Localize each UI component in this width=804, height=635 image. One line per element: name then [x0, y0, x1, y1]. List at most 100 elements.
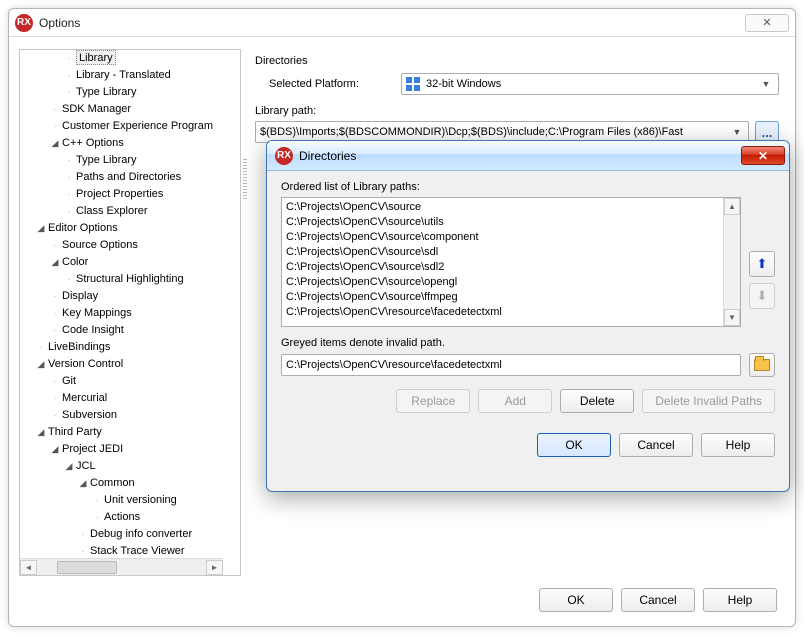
- scroll-down-button[interactable]: ▼: [724, 309, 740, 326]
- tree-item[interactable]: ◢Color: [20, 254, 240, 271]
- browse-folder-button[interactable]: [749, 353, 775, 377]
- tree-item[interactable]: ·LiveBindings: [20, 339, 240, 356]
- options-tree[interactable]: ·Library·Library - Translated·Type Libra…: [19, 49, 241, 576]
- scroll-thumb[interactable]: [57, 561, 117, 574]
- cancel-button[interactable]: Cancel: [621, 588, 695, 612]
- tree-leaf-icon: ·: [50, 390, 60, 407]
- close-button[interactable]: ✕: [745, 14, 789, 32]
- tree-leaf-icon: ·: [64, 271, 74, 288]
- dialog-help-button[interactable]: Help: [701, 433, 775, 457]
- tree-leaf-icon: ·: [50, 237, 60, 254]
- tree-item[interactable]: ·Git: [20, 373, 240, 390]
- splitter[interactable]: [241, 49, 249, 576]
- tree-item[interactable]: ·Type Library: [20, 152, 240, 169]
- scroll-right-button[interactable]: ►: [206, 560, 223, 575]
- tree-item-label: Library - Translated: [76, 69, 171, 81]
- tree-item[interactable]: ·Debug info converter: [20, 526, 240, 543]
- dialog-ok-button[interactable]: OK: [537, 433, 611, 457]
- tree-item[interactable]: ·Key Mappings: [20, 305, 240, 322]
- add-button[interactable]: Add: [478, 389, 552, 413]
- list-item[interactable]: C:\Projects\OpenCV\resource\facedetectxm…: [286, 305, 719, 320]
- tree-item-label: Version Control: [48, 358, 123, 370]
- tree-collapse-icon: ◢: [50, 441, 60, 458]
- dialog-titlebar[interactable]: RX Directories ✕: [267, 141, 789, 171]
- tree-item[interactable]: ·Project Properties: [20, 186, 240, 203]
- tree-item[interactable]: ·Code Insight: [20, 322, 240, 339]
- list-item[interactable]: C:\Projects\OpenCV\source\ffmpeg: [286, 290, 719, 305]
- tree-item[interactable]: ·Display: [20, 288, 240, 305]
- tree-leaf-icon: ·: [50, 101, 60, 118]
- tree-item[interactable]: ·Library - Translated: [20, 67, 240, 84]
- tree-item-label: Paths and Directories: [76, 171, 181, 183]
- list-item[interactable]: C:\Projects\OpenCV\source: [286, 200, 719, 215]
- tree-collapse-icon: ◢: [50, 254, 60, 271]
- tree-leaf-icon: ·: [50, 322, 60, 339]
- list-item[interactable]: C:\Projects\OpenCV\source\sdl2: [286, 260, 719, 275]
- delete-invalid-paths-button[interactable]: Delete Invalid Paths: [642, 389, 775, 413]
- scroll-left-button[interactable]: ◄: [20, 560, 37, 575]
- tree-item[interactable]: ·Subversion: [20, 407, 240, 424]
- tree-item-label: Common: [90, 477, 135, 489]
- replace-button[interactable]: Replace: [396, 389, 470, 413]
- list-item[interactable]: C:\Projects\OpenCV\source\sdl: [286, 245, 719, 260]
- tree-item[interactable]: ◢Editor Options: [20, 220, 240, 237]
- dialog-cancel-button[interactable]: Cancel: [619, 433, 693, 457]
- dialog-title: Directories: [299, 149, 356, 163]
- tree-item-label: Stack Trace Viewer: [90, 545, 185, 557]
- tree-item[interactable]: ·Library: [20, 50, 240, 67]
- tree-leaf-icon: ·: [64, 186, 74, 203]
- tree-item-label: Structural Highlighting: [76, 273, 184, 285]
- app-icon: RX: [275, 147, 293, 165]
- move-down-button[interactable]: ⬇: [749, 283, 775, 309]
- tree-item-label: Subversion: [62, 409, 117, 421]
- paths-listbox[interactable]: C:\Projects\OpenCV\sourceC:\Projects\Ope…: [281, 197, 741, 327]
- tree-item-label: Debug info converter: [90, 528, 192, 540]
- tree-item[interactable]: ·Stack Trace Viewer: [20, 543, 240, 558]
- platform-select[interactable]: 32-bit Windows ▼: [401, 73, 779, 95]
- tree-item[interactable]: ·Structural Highlighting: [20, 271, 240, 288]
- move-up-button[interactable]: ⬆: [749, 251, 775, 277]
- tree-item-label: Editor Options: [48, 222, 118, 234]
- tree-leaf-icon: ·: [50, 118, 60, 135]
- tree-item[interactable]: ·Actions: [20, 509, 240, 526]
- tree-item[interactable]: ·Customer Experience Program: [20, 118, 240, 135]
- tree-item[interactable]: ◢Project JEDI: [20, 441, 240, 458]
- main-button-bar: OK Cancel Help: [539, 588, 777, 612]
- tree-item-label: Project JEDI: [62, 443, 123, 455]
- tree-item[interactable]: ◢JCL: [20, 458, 240, 475]
- tree-item-label: LiveBindings: [48, 341, 110, 353]
- tree-item-label: Color: [62, 256, 88, 268]
- tree-leaf-icon: ·: [64, 169, 74, 186]
- delete-button[interactable]: Delete: [560, 389, 634, 413]
- tree-item[interactable]: ·Paths and Directories: [20, 169, 240, 186]
- tree-item[interactable]: ·Class Explorer: [20, 203, 240, 220]
- tree-item[interactable]: ◢Version Control: [20, 356, 240, 373]
- titlebar[interactable]: RX Options ✕: [9, 9, 795, 37]
- tree-item[interactable]: ◢C++ Options: [20, 135, 240, 152]
- help-button[interactable]: Help: [703, 588, 777, 612]
- tree-leaf-icon: ·: [78, 526, 88, 543]
- tree-item[interactable]: ·Type Library: [20, 84, 240, 101]
- tree-item[interactable]: ◢Common: [20, 475, 240, 492]
- tree-item[interactable]: ·Mercurial: [20, 390, 240, 407]
- tree-collapse-icon: ◢: [64, 458, 74, 475]
- list-item[interactable]: C:\Projects\OpenCV\source\utils: [286, 215, 719, 230]
- tree-horizontal-scrollbar[interactable]: ◄ ►: [20, 558, 223, 575]
- tree-item[interactable]: ·Unit versioning: [20, 492, 240, 509]
- tree-item[interactable]: ·SDK Manager: [20, 101, 240, 118]
- tree-leaf-icon: ·: [50, 288, 60, 305]
- tree-item[interactable]: ◢Third Party: [20, 424, 240, 441]
- platform-value: 32-bit Windows: [426, 78, 758, 90]
- path-edit-input[interactable]: C:\Projects\OpenCV\resource\facedetectxm…: [281, 354, 741, 376]
- listbox-vertical-scrollbar[interactable]: ▲ ▼: [723, 198, 740, 326]
- tree-leaf-icon: ·: [92, 492, 102, 509]
- scroll-up-button[interactable]: ▲: [724, 198, 740, 215]
- dialog-close-button[interactable]: ✕: [741, 146, 785, 165]
- window-title: Options: [39, 16, 80, 30]
- ok-button[interactable]: OK: [539, 588, 613, 612]
- list-item[interactable]: C:\Projects\OpenCV\source\component: [286, 230, 719, 245]
- tree-item-label: C++ Options: [62, 137, 124, 149]
- tree-item[interactable]: ·Source Options: [20, 237, 240, 254]
- tree-leaf-icon: ·: [64, 84, 74, 101]
- list-item[interactable]: C:\Projects\OpenCV\source\opengl: [286, 275, 719, 290]
